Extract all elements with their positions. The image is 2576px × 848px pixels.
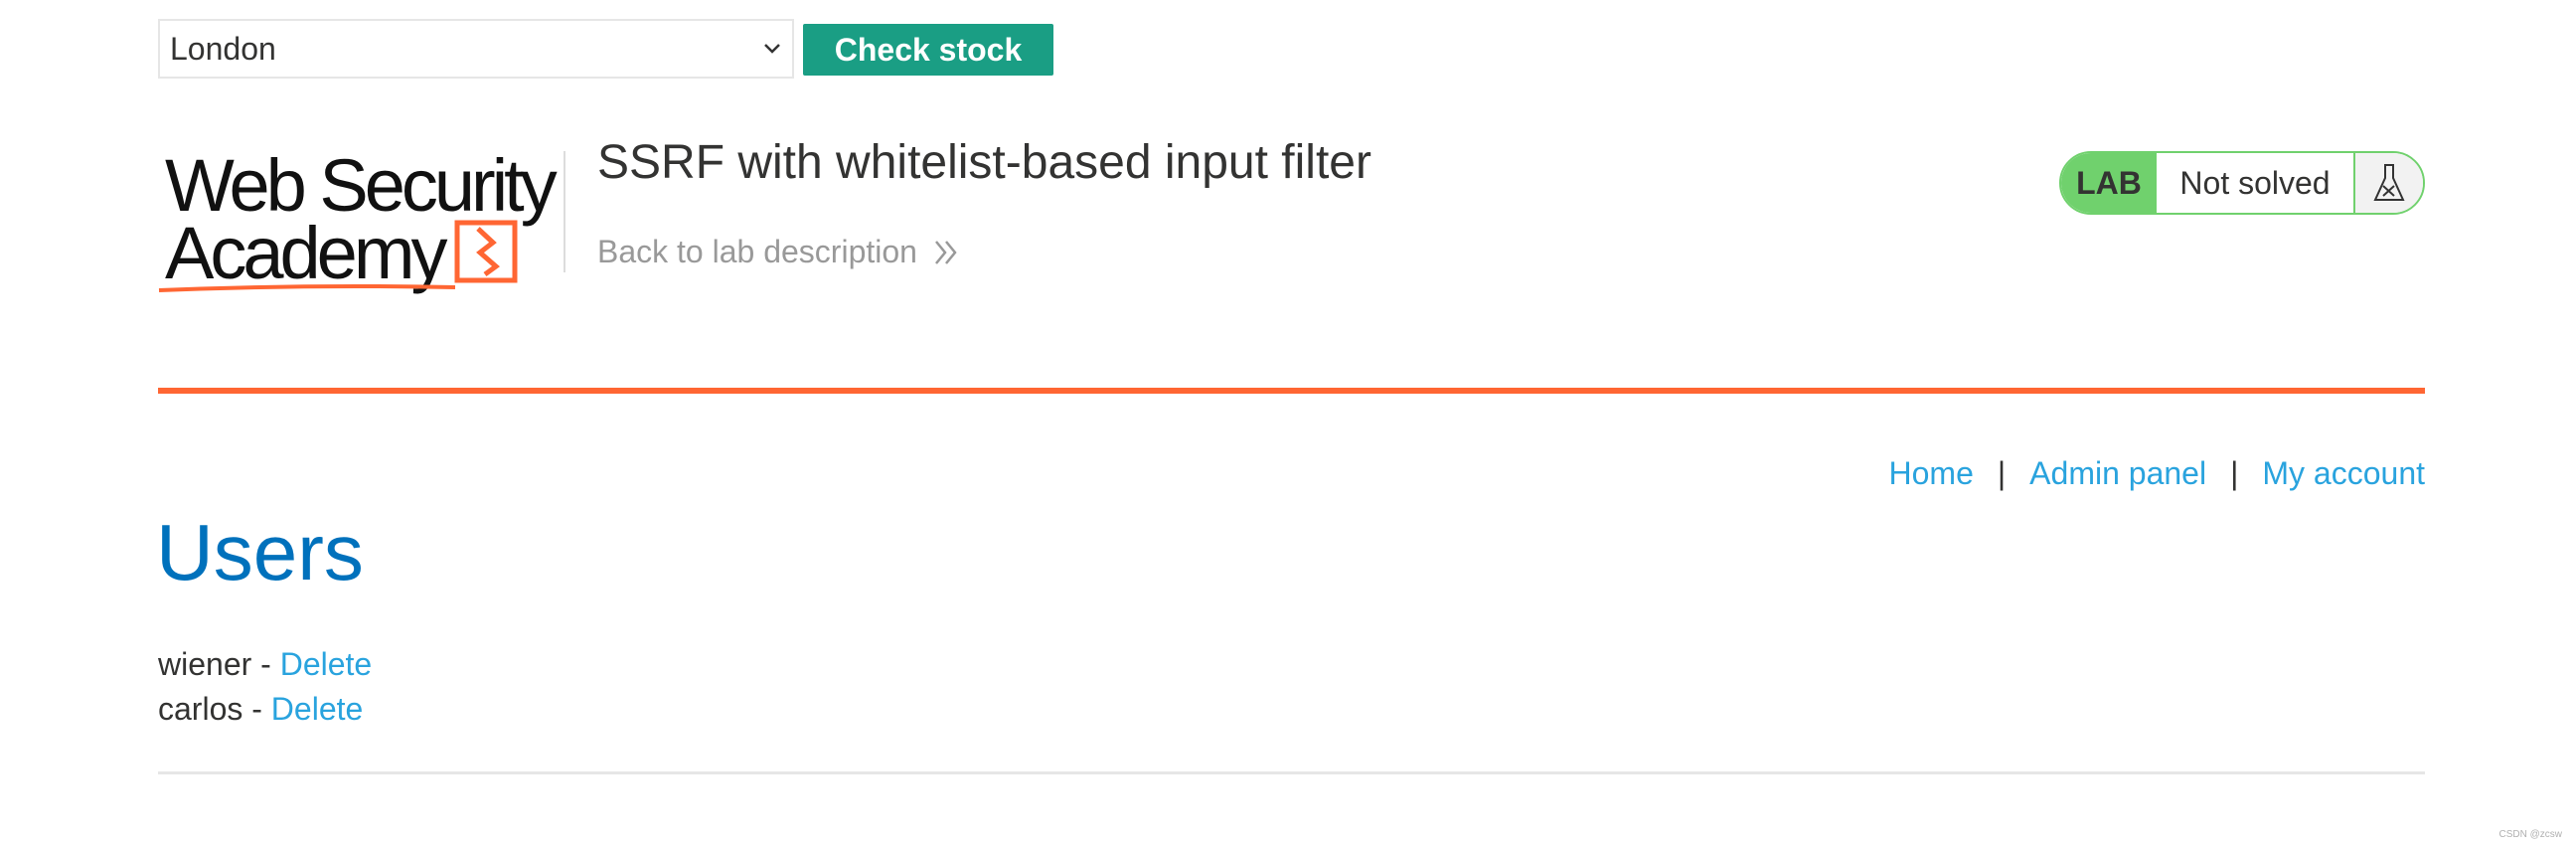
user-name: wiener <box>158 646 252 682</box>
user-row-wiener: wiener - Delete <box>158 642 372 687</box>
back-link-label: Back to lab description <box>597 234 917 269</box>
top-nav: Home | Admin panel | My account <box>1889 455 2426 492</box>
user-row-carlos: carlos - Delete <box>158 687 372 732</box>
user-separator: - <box>251 646 280 682</box>
lab-status-text: Not solved <box>2157 153 2355 213</box>
flask-icon[interactable] <box>2355 153 2423 213</box>
nav-separator: | <box>2230 455 2239 491</box>
watermark: CSDN @zcsw <box>2498 829 2563 840</box>
header-rule <box>158 388 2425 394</box>
lab-status-badge: LAB Not solved <box>2059 151 2425 215</box>
nav-my-account-link[interactable]: My account <box>2262 455 2425 492</box>
footer-rule <box>158 771 2425 774</box>
page-title: Users <box>156 508 364 596</box>
location-select-value: London <box>170 30 276 67</box>
web-security-academy-logo[interactable]: Web Security Academy <box>157 141 564 292</box>
page: London Check stock Web Security Academy … <box>0 0 2576 848</box>
nav-admin-panel-link[interactable]: Admin panel <box>2029 455 2206 492</box>
delete-carlos-link[interactable]: Delete <box>271 691 364 727</box>
header-divider <box>564 151 565 272</box>
nav-home-link[interactable]: Home <box>1889 455 1974 492</box>
chevron-down-icon <box>752 21 792 77</box>
back-to-lab-description-link[interactable]: Back to lab description <box>597 234 959 270</box>
logo-lightning-mark-icon <box>158 220 518 292</box>
user-name: carlos <box>158 691 243 727</box>
lab-title: SSRF with whitelist-based input filter <box>597 136 1371 189</box>
delete-wiener-link[interactable]: Delete <box>280 646 373 682</box>
nav-separator: | <box>1997 455 2007 491</box>
user-list: wiener - Delete carlos - Delete <box>158 642 372 732</box>
user-separator: - <box>242 691 271 727</box>
check-stock-button[interactable]: Check stock <box>803 24 1053 76</box>
double-chevron-right-icon <box>934 240 957 264</box>
location-select[interactable]: London <box>158 19 794 79</box>
lab-badge-label: LAB <box>2061 153 2157 213</box>
